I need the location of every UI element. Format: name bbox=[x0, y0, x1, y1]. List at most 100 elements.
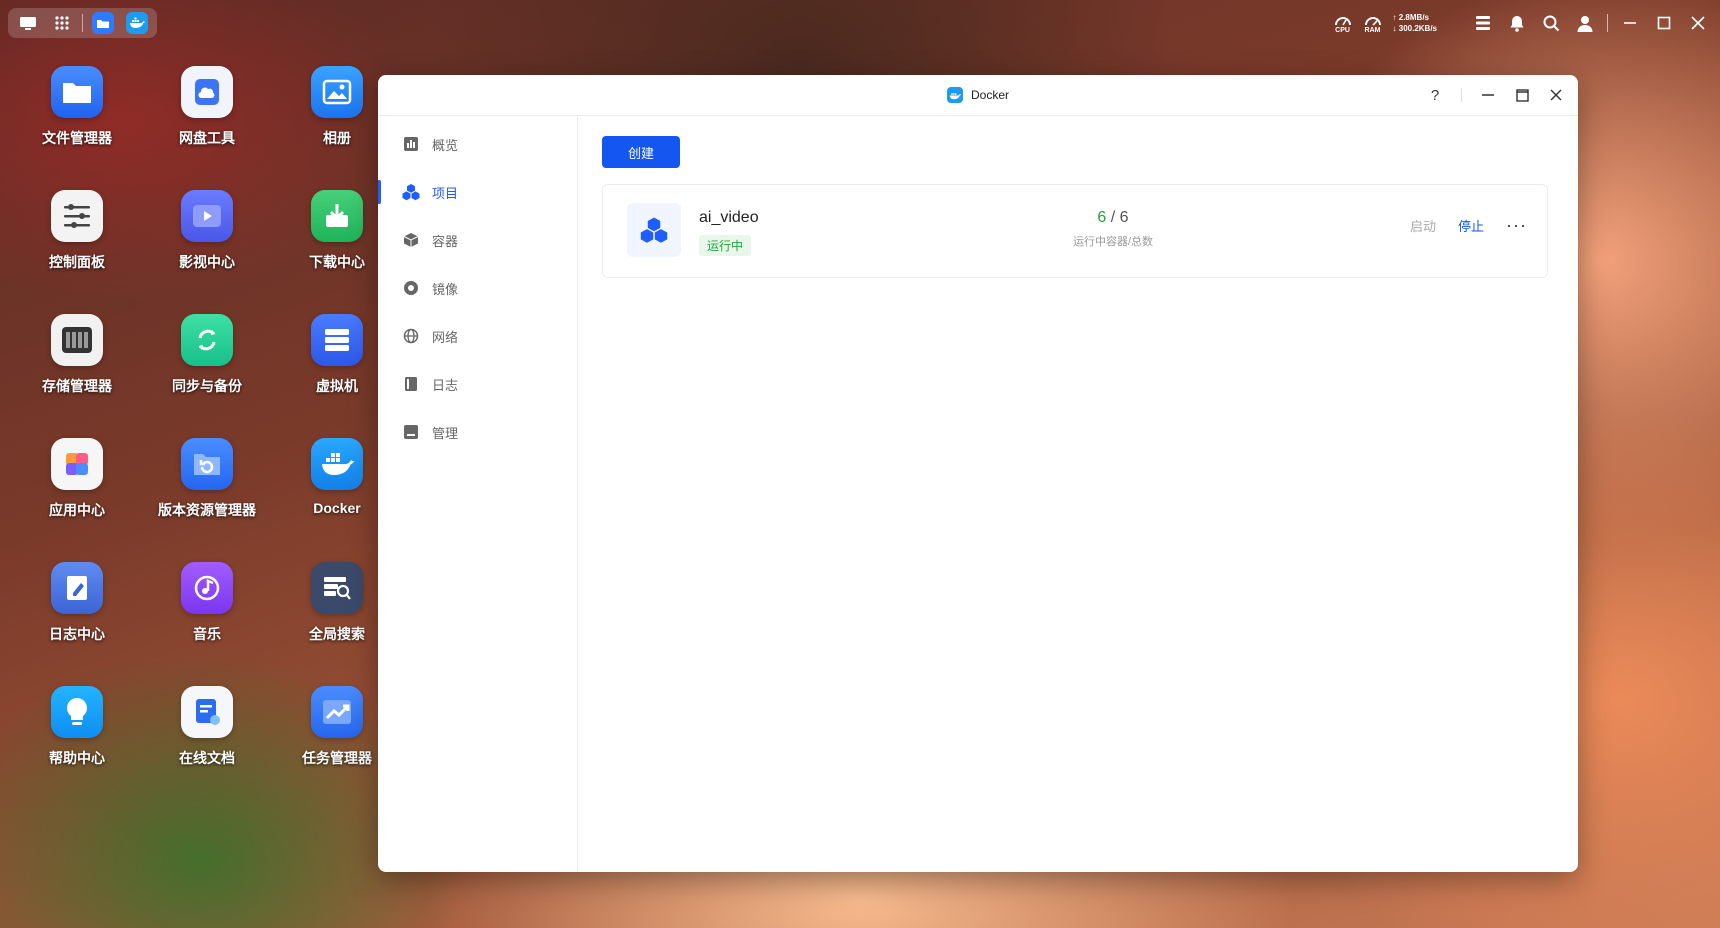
project-card[interactable]: ai_video 运行中 6 / 6 运行中容器/总数 启动 停止 ··· bbox=[602, 184, 1548, 278]
desktop-icon bbox=[20, 17, 36, 30]
sidebar-item-overview[interactable]: 概览 bbox=[378, 120, 577, 168]
cpu-gauge[interactable]: CPU bbox=[1333, 13, 1353, 34]
window-titlebar[interactable]: Docker ? bbox=[378, 75, 1578, 116]
taskbar-file-manager[interactable] bbox=[89, 9, 117, 37]
stop-button[interactable]: 停止 bbox=[1458, 216, 1484, 235]
minimize-button[interactable] bbox=[1474, 81, 1502, 109]
desktop-icon-label: 控制面板 bbox=[49, 254, 105, 270]
maximize-icon bbox=[1515, 88, 1529, 102]
desktop-icon-label: 任务管理器 bbox=[302, 750, 372, 766]
desktop-icon-file-manager[interactable]: 文件管理器 bbox=[12, 66, 142, 148]
app-center-icon bbox=[66, 453, 88, 475]
desktop-icon-label: 全局搜索 bbox=[309, 626, 365, 642]
start-button[interactable]: 启动 bbox=[1410, 216, 1436, 235]
desktop-icon-label: 下载中心 bbox=[309, 254, 365, 270]
sidebar-item-image[interactable]: 镜像 bbox=[378, 264, 577, 312]
desktop-icon-label: Docker bbox=[313, 500, 361, 516]
desktop-icon-log-center[interactable]: 日志中心 bbox=[12, 562, 142, 644]
more-icon[interactable]: ··· bbox=[1506, 215, 1527, 236]
desktop-icon-help-center[interactable]: 帮助中心 bbox=[12, 686, 142, 768]
sidebar-item-label: 镜像 bbox=[432, 281, 459, 297]
maximize-button[interactable] bbox=[1508, 81, 1536, 109]
grid-icon bbox=[55, 16, 69, 30]
window-title: Docker bbox=[970, 88, 1009, 102]
window-sidebar: 概览 项目 容器 镜像 网络 日志 管理 bbox=[378, 116, 578, 872]
desktop-icon-label: 版本资源管理器 bbox=[158, 502, 256, 518]
desktop-icon-sync-backup[interactable]: 同步与备份 bbox=[142, 314, 272, 396]
window-main: 创建 ai_video 运行中 6 / 6 运行中容器/总数 启动 停止 ··· bbox=[578, 116, 1578, 872]
download-speed: ↓ 300.2KB/s bbox=[1392, 24, 1437, 33]
sidebar-item-manage[interactable]: 管理 bbox=[378, 408, 577, 456]
docker-icon bbox=[322, 453, 354, 475]
project-icon bbox=[402, 183, 420, 201]
desktop-icon-version-explorer[interactable]: 版本资源管理器 bbox=[142, 438, 272, 520]
create-button[interactable]: 创建 bbox=[602, 136, 680, 168]
photo-icon bbox=[322, 79, 352, 105]
lightbulb-icon bbox=[67, 698, 87, 725]
notification-button[interactable] bbox=[1505, 11, 1529, 35]
help-button[interactable]: ? bbox=[1421, 81, 1449, 109]
desktop-icon-app-center[interactable]: 应用中心 bbox=[12, 438, 142, 520]
network-speed[interactable]: ↑ 2.8MB/s ↓ 300.2KB/s bbox=[1393, 12, 1437, 34]
taskbar-docker[interactable] bbox=[123, 9, 151, 37]
project-actions: 启动 停止 ··· bbox=[1410, 215, 1527, 236]
network-icon bbox=[402, 327, 420, 345]
count-caption: 运行中容器/总数 bbox=[1072, 236, 1154, 248]
sidebar-item-label: 概览 bbox=[432, 137, 459, 153]
taskbar: CPU RAM ↑ 2.8MB/s ↓ 300.2KB/s bbox=[0, 0, 1720, 46]
project-icon bbox=[627, 203, 681, 257]
desktop-icon-storage-manager[interactable]: 存储管理器 bbox=[12, 314, 142, 396]
server-icon bbox=[325, 329, 349, 351]
task-chart-icon bbox=[323, 700, 351, 724]
desktop-icon-label: 应用中心 bbox=[49, 502, 105, 518]
cloud-drive-icon bbox=[195, 79, 219, 105]
desktop-maximize-button[interactable] bbox=[1652, 11, 1676, 35]
user-button[interactable] bbox=[1573, 11, 1597, 35]
container-count: 6 / 6 运行中容器/总数 bbox=[1033, 209, 1193, 249]
ram-gauge[interactable]: RAM bbox=[1363, 13, 1383, 34]
upload-speed: ↑ 2.8MB/s bbox=[1392, 13, 1429, 22]
cpu-label: CPU bbox=[1335, 26, 1350, 34]
desktop-icon-label: 存储管理器 bbox=[42, 378, 112, 394]
music-icon bbox=[194, 575, 220, 601]
sidebar-item-project[interactable]: 项目 bbox=[378, 168, 577, 216]
help-icon: ? bbox=[1430, 86, 1440, 104]
sliders-icon bbox=[64, 204, 90, 228]
app-grid-button[interactable] bbox=[48, 9, 76, 37]
bell-icon bbox=[1510, 15, 1524, 32]
global-search-icon bbox=[324, 577, 351, 600]
widgets-button[interactable] bbox=[1471, 11, 1495, 35]
desktop-icon-music[interactable]: 音乐 bbox=[142, 562, 272, 644]
desktop-minimize-button[interactable] bbox=[1618, 11, 1642, 35]
maximize-icon bbox=[1657, 16, 1671, 30]
show-desktop-button[interactable] bbox=[14, 9, 42, 37]
search-button[interactable] bbox=[1539, 11, 1563, 35]
taskbar-right: CPU RAM ↑ 2.8MB/s ↓ 300.2KB/s bbox=[1333, 8, 1710, 38]
desktop-icon-label: 影视中心 bbox=[179, 254, 235, 270]
container-icon bbox=[402, 231, 420, 249]
gauge-icon bbox=[1364, 16, 1381, 26]
desktop-icon-label: 同步与备份 bbox=[172, 378, 242, 394]
desktop-close-button[interactable] bbox=[1686, 11, 1710, 35]
desktop-icon-cloud-drive[interactable]: 网盘工具 bbox=[142, 66, 272, 148]
sidebar-item-label: 网络 bbox=[432, 329, 459, 345]
image-icon bbox=[402, 279, 420, 297]
desktop-icon-control-panel[interactable]: 控制面板 bbox=[12, 190, 142, 272]
desktop-icon-label: 日志中心 bbox=[49, 626, 105, 642]
desktop-icon-label: 相册 bbox=[323, 130, 351, 146]
sidebar-item-label: 管理 bbox=[432, 425, 459, 441]
docker-icon bbox=[130, 17, 145, 28]
video-icon bbox=[193, 205, 221, 227]
sidebar-item-label: 日志 bbox=[432, 377, 459, 393]
search-icon bbox=[1543, 15, 1559, 31]
folder-icon bbox=[97, 19, 109, 28]
project-name: ai_video bbox=[699, 209, 759, 226]
sidebar-item-container[interactable]: 容器 bbox=[378, 216, 577, 264]
close-button[interactable] bbox=[1542, 81, 1570, 109]
desktop-icon-online-docs[interactable]: 在线文档 bbox=[142, 686, 272, 768]
sidebar-item-log[interactable]: 日志 bbox=[378, 360, 577, 408]
gauge-icon bbox=[1334, 16, 1351, 25]
desktop-icon-video-center[interactable]: 影视中心 bbox=[142, 190, 272, 272]
desktop-icon-label: 虚拟机 bbox=[316, 378, 358, 394]
sidebar-item-network[interactable]: 网络 bbox=[378, 312, 577, 360]
